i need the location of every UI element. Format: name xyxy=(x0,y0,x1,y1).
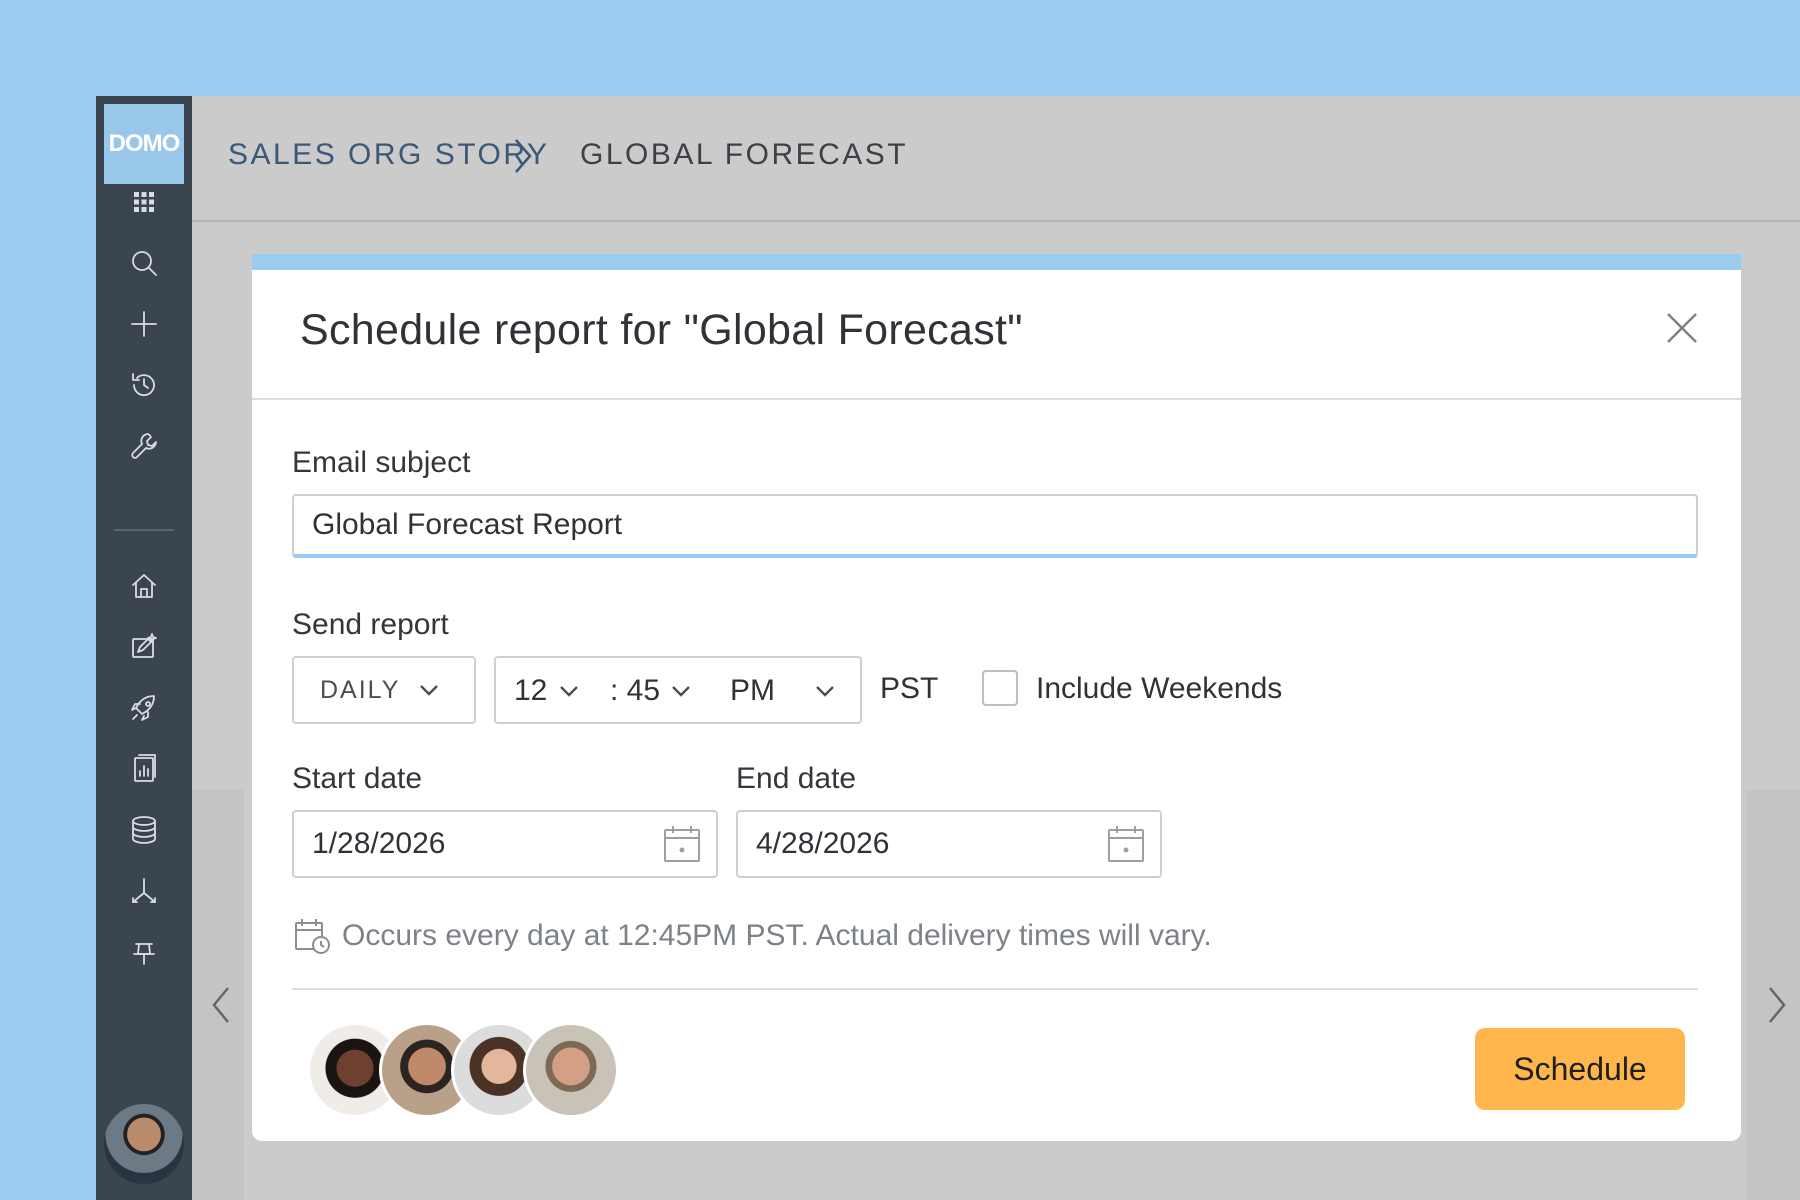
chevron-down-icon[interactable] xyxy=(558,684,580,698)
user-avatar[interactable] xyxy=(104,1104,184,1184)
calendar-icon[interactable] xyxy=(1104,822,1148,866)
edit-sparkle-icon[interactable] xyxy=(124,627,164,667)
include-weekends-checkbox[interactable] xyxy=(982,670,1018,706)
close-icon[interactable] xyxy=(1662,308,1702,348)
recipient-avatar[interactable] xyxy=(523,1022,619,1118)
chevron-down-icon[interactable] xyxy=(814,684,836,698)
end-date-value: 4/28/2026 xyxy=(756,827,890,860)
plus-icon[interactable] xyxy=(124,304,164,344)
timezone-label: PST xyxy=(880,672,939,705)
schedule-button[interactable]: Schedule xyxy=(1475,1028,1685,1110)
database-icon[interactable] xyxy=(124,810,164,850)
time-select[interactable]: 12 : 45 PM xyxy=(494,656,862,724)
domo-logo[interactable]: DOMO xyxy=(104,104,184,184)
send-report-label: Send report xyxy=(292,608,449,641)
calendar-clock-icon xyxy=(292,916,332,956)
calendar-icon[interactable] xyxy=(660,822,704,866)
apps-grid-icon[interactable] xyxy=(124,182,164,222)
chevron-down-icon xyxy=(418,683,440,697)
wrench-icon[interactable] xyxy=(124,426,164,466)
home-icon[interactable] xyxy=(124,566,164,606)
history-icon[interactable] xyxy=(124,365,164,405)
search-icon[interactable] xyxy=(124,243,164,283)
dialog-accent-bar xyxy=(252,254,1741,270)
email-subject-label: Email subject xyxy=(292,446,471,479)
page-header: SALES ORG STORY GLOBAL FORECAST xyxy=(192,96,1800,222)
report-icon[interactable] xyxy=(124,749,164,789)
schedule-info-text: Occurs every day at 12:45PM PST. Actual … xyxy=(342,919,1212,952)
email-subject-input[interactable] xyxy=(292,494,1698,558)
hour-value[interactable]: 12 xyxy=(514,674,547,708)
start-date-input[interactable]: 1/28/2026 xyxy=(292,810,718,878)
breadcrumb-parent[interactable]: SALES ORG STORY xyxy=(228,138,550,172)
chevron-right-icon xyxy=(510,136,536,176)
minute-value[interactable]: : 45 xyxy=(610,674,660,708)
app-window: DOMO SALES ORG STORY GLOBAL FORECAST Sch… xyxy=(96,96,1800,1200)
chevron-left-icon[interactable] xyxy=(206,980,236,1030)
sidebar: DOMO xyxy=(96,96,192,1200)
frequency-value: DAILY xyxy=(320,675,401,704)
meridiem-value[interactable]: PM xyxy=(730,674,775,708)
footer-divider xyxy=(292,988,1698,990)
schedule-report-dialog: Schedule report for "Global Forecast" Em… xyxy=(252,254,1741,1141)
include-weekends-label[interactable]: Include Weekends xyxy=(1036,672,1282,706)
start-date-label: Start date xyxy=(292,762,423,795)
pin-icon[interactable] xyxy=(124,932,164,972)
schedule-info: Occurs every day at 12:45PM PST. Actual … xyxy=(292,912,1212,960)
breadcrumb-current: GLOBAL FORECAST xyxy=(580,138,909,171)
title-divider xyxy=(252,398,1741,400)
end-date-input[interactable]: 4/28/2026 xyxy=(736,810,1162,878)
dataflow-icon[interactable] xyxy=(124,871,164,911)
rocket-icon[interactable] xyxy=(124,688,164,728)
chevron-right-icon[interactable] xyxy=(1762,980,1792,1030)
sidebar-divider xyxy=(114,529,174,531)
dialog-title: Schedule report for "Global Forecast" xyxy=(300,306,1023,354)
chevron-down-icon[interactable] xyxy=(670,684,692,698)
start-date-value: 1/28/2026 xyxy=(312,827,446,860)
end-date-label: End date xyxy=(736,762,857,795)
frequency-select[interactable]: DAILY xyxy=(292,656,476,724)
